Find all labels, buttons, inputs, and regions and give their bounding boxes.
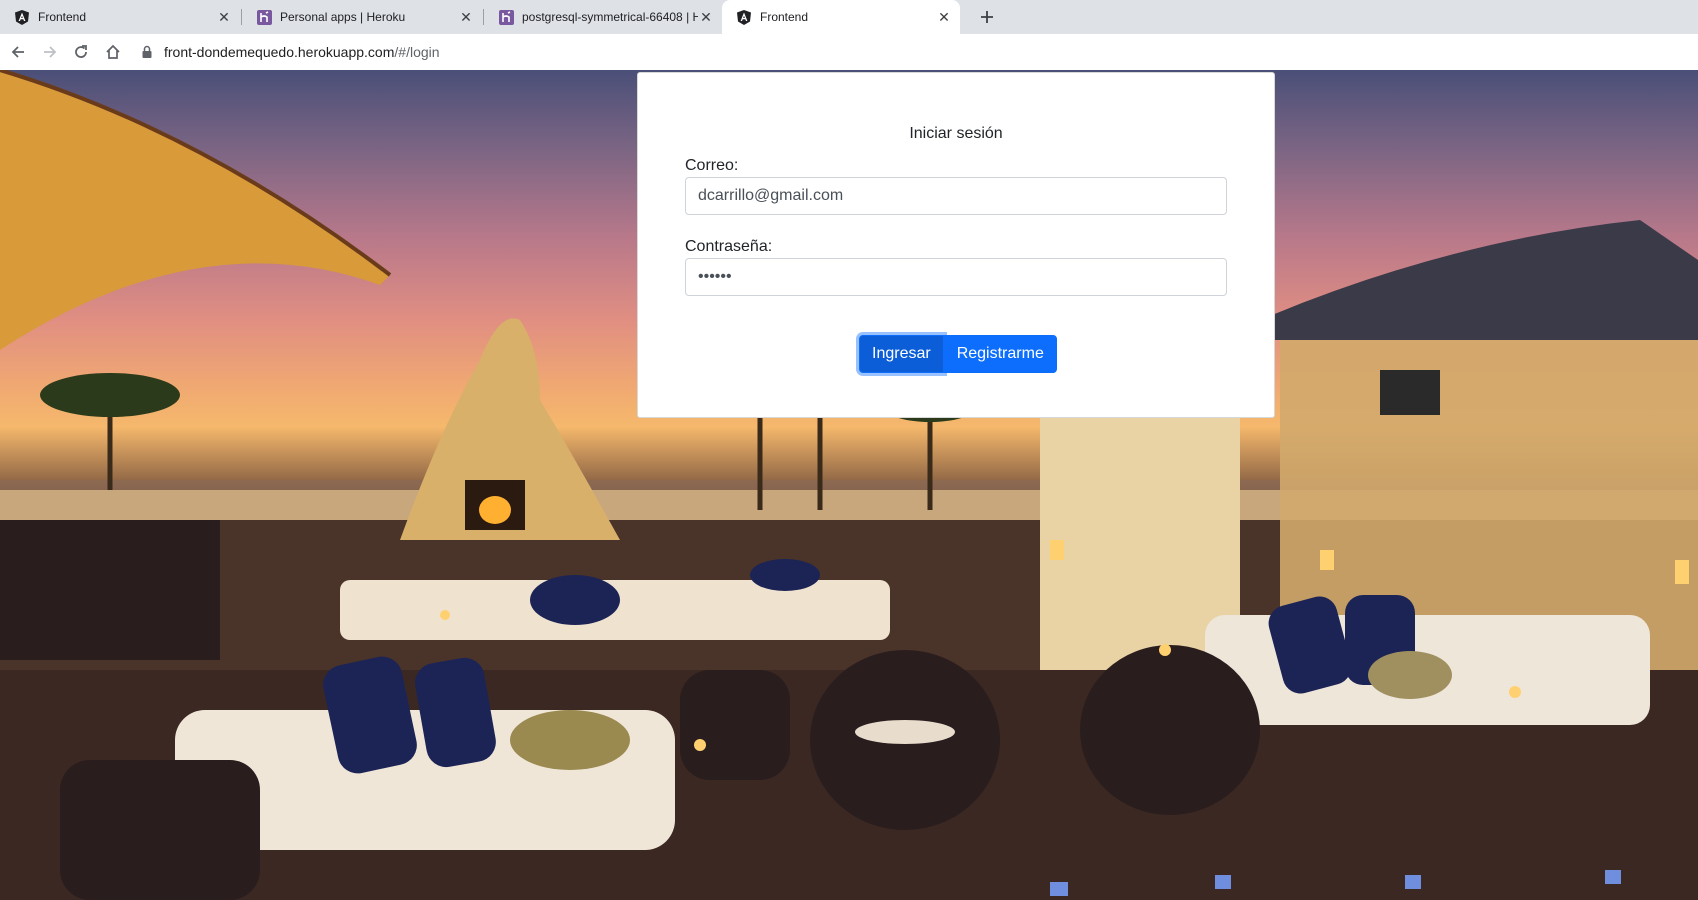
tab-frontend-1[interactable]: Frontend ✕ [0, 0, 240, 34]
url-domain: front-dondemequedo.herokuapp.com [164, 44, 395, 60]
heroku-icon [498, 9, 514, 25]
tab-title: Frontend [760, 10, 809, 24]
new-tab-button[interactable] [974, 5, 1000, 29]
address-bar[interactable]: front-dondemequedo.herokuapp.com /#/logi… [140, 39, 1698, 65]
tab-title: postgresql-symmetrical-66408 | H [522, 10, 698, 24]
arrow-right-icon [44, 46, 57, 58]
url-path: /#/login [394, 44, 440, 60]
page-viewport: Iniciar sesión Correo: dcarrillo@gmail.c… [0, 70, 1698, 900]
login-title: Iniciar sesión [909, 125, 1003, 142]
close-icon[interactable]: ✕ [216, 9, 232, 25]
plus-icon [981, 11, 993, 23]
register-button[interactable]: Registrarme [943, 335, 1057, 373]
login-button[interactable]: Ingresar [859, 335, 944, 373]
tab-heroku-apps[interactable]: Personal apps | Heroku ✕ [242, 0, 482, 34]
forward-button[interactable] [38, 40, 62, 64]
home-button[interactable] [101, 40, 125, 64]
home-icon [106, 44, 120, 59]
login-card: Iniciar sesión Correo: dcarrillo@gmail.c… [637, 72, 1275, 418]
back-button[interactable] [6, 40, 30, 64]
close-icon[interactable]: ✕ [458, 9, 474, 25]
browser-toolbar: front-dondemequedo.herokuapp.com /#/logi… [0, 34, 1698, 70]
reload-icon [75, 45, 87, 58]
angular-icon [736, 9, 752, 25]
angular-icon [14, 9, 30, 25]
lock-icon [142, 45, 152, 58]
password-field[interactable]: •••••• [685, 258, 1227, 296]
login-button-group: Ingresar Registrarme [859, 335, 1057, 373]
tab-title: Personal apps | Heroku [280, 10, 406, 24]
close-icon[interactable]: ✕ [698, 9, 714, 25]
tab-heroku-postgres[interactable]: postgresql-symmetrical-66408 | H ✕ [484, 0, 722, 34]
tab-title: Frontend [38, 10, 87, 24]
email-field[interactable]: dcarrillo@gmail.com [685, 177, 1227, 215]
tab-strip: Frontend ✕ Personal apps | Heroku ✕ post… [0, 0, 1698, 34]
tab-frontend-active[interactable]: Frontend ✕ [722, 0, 960, 34]
close-icon[interactable]: ✕ [936, 9, 952, 25]
password-label: Contraseña: [685, 238, 773, 255]
reload-button[interactable] [69, 40, 93, 64]
heroku-icon [256, 9, 272, 25]
email-label: Correo: [685, 157, 739, 174]
arrow-left-icon [11, 46, 24, 58]
